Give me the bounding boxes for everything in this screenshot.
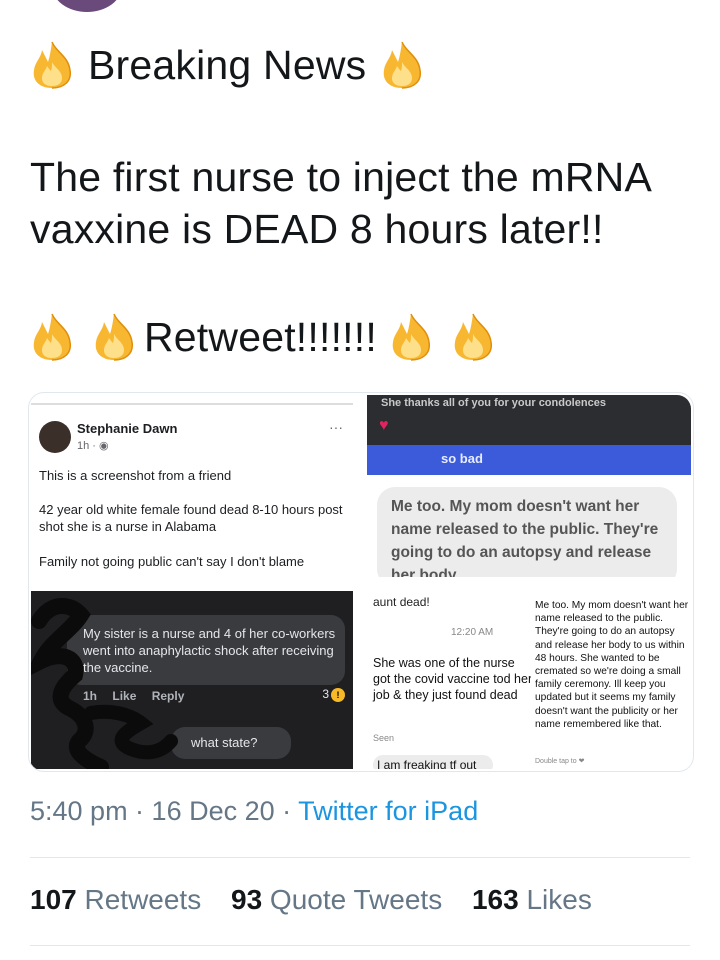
post-paragraph-2: 42 year old white female found dead 8-10… bbox=[39, 502, 343, 534]
tweet-stats: 107 Retweets 93 Quote Tweets 163 Likes bbox=[30, 884, 614, 916]
globe-icon: ◉ bbox=[99, 440, 109, 452]
redaction-scribble bbox=[31, 598, 178, 769]
tweet-body-line-1: The first nurse to inject the mRNA bbox=[30, 154, 653, 200]
sms-last-bubble: I am freaking tf out bbox=[373, 755, 493, 769]
tweet-metadata: 5:40 pm · 16 Dec 20 · Twitter for iPad bbox=[30, 796, 478, 827]
sms-left-column: aunt dead! 12:20 AM She was one of the n… bbox=[367, 591, 532, 769]
avatar bbox=[39, 421, 71, 453]
retweets-stat[interactable]: 107 Retweets bbox=[30, 884, 201, 915]
blue-message-text: so bad bbox=[441, 451, 483, 466]
fire-icon bbox=[451, 312, 495, 362]
heart-icon: ♥ bbox=[379, 417, 389, 434]
tweet-line-retweet: Retweet!!!!!!! bbox=[30, 312, 495, 362]
tweet-source-link[interactable]: Twitter for iPad bbox=[298, 796, 478, 826]
sms-top-line: aunt dead! bbox=[373, 595, 430, 609]
tweet-timestamp[interactable]: 5:40 pm · 16 Dec 20 · bbox=[30, 796, 298, 826]
post-paragraph-3: Family not going public can't say I don'… bbox=[39, 554, 305, 569]
fire-icon bbox=[30, 312, 74, 362]
sms-right-column: Me too. My mom doesn't want her name rel… bbox=[531, 591, 691, 769]
post-paragraph-1: This is a screenshot from a friend bbox=[39, 468, 232, 483]
post-author: Stephanie Dawn bbox=[77, 421, 178, 436]
quote-tweets-stat[interactable]: 93 Quote Tweets bbox=[231, 884, 442, 915]
breaking-news-text: Breaking News bbox=[88, 41, 367, 88]
fire-icon bbox=[92, 312, 136, 362]
sms-last-text: I am freaking tf out bbox=[377, 758, 477, 769]
tweet-body-line-2: vaxxine is DEAD 8 hours later!! bbox=[30, 206, 604, 252]
thread-header: She thanks all of you for your condolenc… bbox=[367, 395, 691, 445]
more-options-icon: ··· bbox=[329, 419, 343, 435]
media-image-facebook-post[interactable]: Stephanie Dawn 1h · ◉ ··· This is a scre… bbox=[31, 403, 353, 577]
retweet-text: Retweet!!!!!!! bbox=[144, 313, 377, 360]
likes-stat[interactable]: 163 Likes bbox=[472, 884, 592, 915]
fire-icon bbox=[380, 40, 424, 90]
cropped-header bbox=[0, 0, 720, 12]
sms-right-message: Me too. My mom doesn't want her name rel… bbox=[535, 600, 689, 730]
sms-message: She was one of the nurse got the covid v… bbox=[373, 656, 533, 702]
tweet-media-grid[interactable]: Stephanie Dawn 1h · ◉ ··· This is a scre… bbox=[28, 392, 694, 772]
tweet-line-breaking-news: Breaking News bbox=[30, 40, 424, 90]
sms-double-tap-hint: Double tap to ❤ bbox=[535, 758, 585, 765]
sms-timestamp: 12:20 AM bbox=[451, 627, 494, 638]
media-image-message-thread[interactable]: She thanks all of you for your condolenc… bbox=[367, 395, 691, 577]
divider bbox=[30, 945, 690, 946]
fire-icon bbox=[30, 40, 74, 90]
media-image-text-messages[interactable]: aunt dead! 12:20 AM She was one of the n… bbox=[367, 591, 691, 769]
gray-message-text: Me too. My mom doesn't want her name rel… bbox=[391, 498, 659, 577]
gray-message-bubble: Me too. My mom doesn't want her name rel… bbox=[377, 487, 677, 577]
sms-seen: Seen bbox=[373, 733, 395, 743]
author-avatar[interactable] bbox=[52, 0, 122, 12]
fire-icon bbox=[389, 312, 433, 362]
blue-message-bubble: so bad bbox=[367, 445, 691, 475]
condolences-text: She thanks all of you for your condolenc… bbox=[381, 397, 606, 409]
media-image-dark-comment[interactable]: My sister is a nurse and 4 of her co-wor… bbox=[31, 591, 353, 769]
divider bbox=[30, 857, 690, 858]
post-time: 1h · ◉ bbox=[77, 440, 109, 452]
